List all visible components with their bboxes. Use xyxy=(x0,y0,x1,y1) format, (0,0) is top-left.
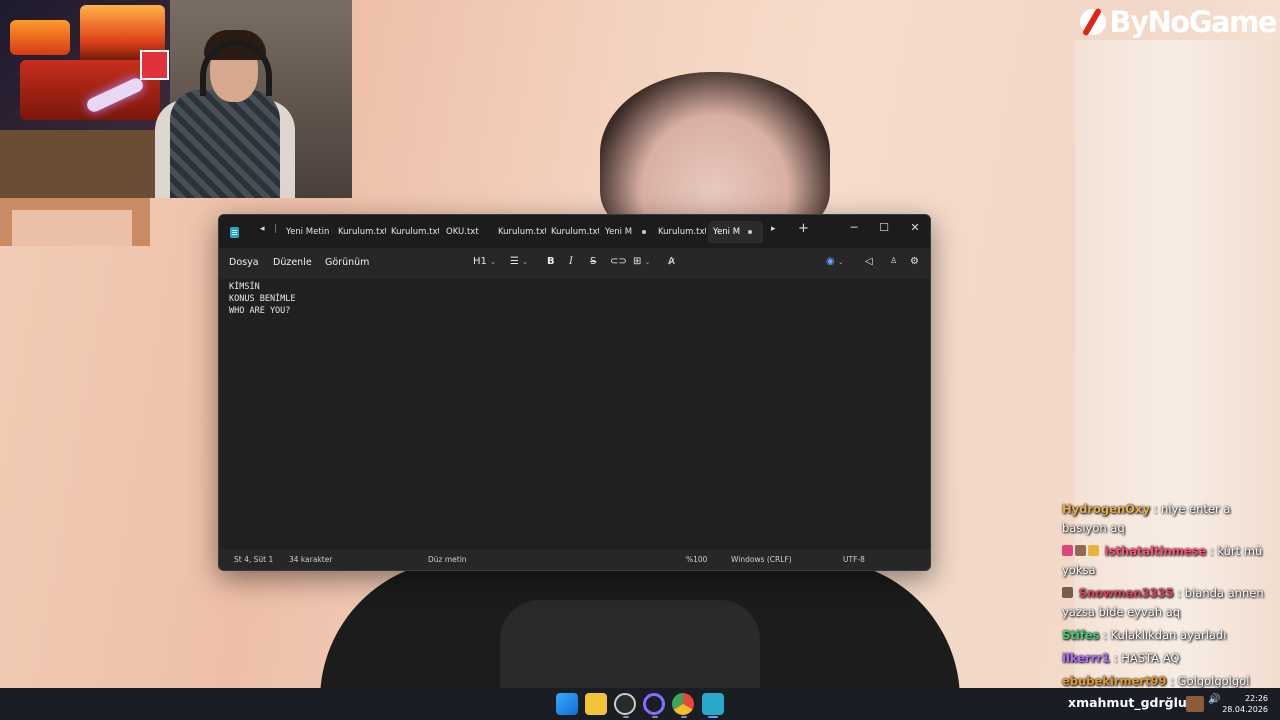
user-badge-icon xyxy=(1075,545,1086,556)
logo-text: ByNoGame xyxy=(1109,5,1278,39)
menu-file[interactable]: Dosya xyxy=(229,257,259,268)
clock-time: 22:26 xyxy=(1244,694,1268,703)
logo-icon xyxy=(1079,9,1106,35)
editor-line: KİMSİN xyxy=(229,282,260,292)
new-tab-icon[interactable]: + xyxy=(798,221,809,236)
line-ending[interactable]: Windows (CRLF) xyxy=(731,555,792,564)
stream-chat: HydrogenOxy : niye enter a basıyon aq is… xyxy=(1062,500,1278,695)
tab-item[interactable]: Kurulum.txt xyxy=(391,221,439,243)
chat-message: isthataltinmese : kürt mü yoksa xyxy=(1062,542,1278,580)
heading-dropdown[interactable]: H1 ⌄ xyxy=(473,256,496,267)
chat-username: isthataltinmese xyxy=(1104,544,1207,558)
chrome-icon[interactable] xyxy=(672,693,694,715)
tab-item[interactable]: Kurulum.txt xyxy=(338,221,386,243)
chat-text: : Golgolgolgol xyxy=(1170,674,1250,688)
tab-scroll-left-icon[interactable]: ◂ xyxy=(260,224,265,234)
status-bar: St 4, Süt 1 34 karakter Düz metin %100 W… xyxy=(219,549,930,570)
bynogame-logo: ByNoGame xyxy=(1079,4,1278,40)
taskbar: xmahmut_gdrğlux : 🔊 22:26 28.04.2026 xyxy=(0,688,1280,720)
speaker-icon[interactable]: 🔊 xyxy=(1208,694,1220,705)
tab-item-active[interactable]: Yeni M xyxy=(708,221,763,243)
editor-line: KONUS BENİMLE xyxy=(229,294,296,304)
chat-username: Snowman3335 xyxy=(1078,586,1174,600)
link-icon[interactable]: ⊂⊃ xyxy=(610,256,627,267)
webcam-overlay xyxy=(0,0,352,198)
tab-item[interactable]: Kurulum.txt xyxy=(551,221,599,243)
menu-bar: Dosya Düzenle Görünüm H1 ⌄ ☰ ⌄ B I S ⊂⊃ … xyxy=(219,248,930,279)
notepad-icon xyxy=(230,227,239,238)
obs-icon[interactable] xyxy=(614,693,636,715)
account-icon[interactable]: ♙ xyxy=(890,256,897,265)
chat-username: HydrogenOxy xyxy=(1062,502,1150,516)
title-bar[interactable]: ◂ | Yeni Metin B Kurulum.txt Kurulum.txt… xyxy=(219,215,930,248)
settings-gear-icon[interactable]: ⚙ xyxy=(910,256,919,267)
italic-button[interactable]: I xyxy=(569,256,573,267)
text-editor[interactable]: KİMSİN KONUS BENİMLE WHO ARE YOU? xyxy=(219,279,930,549)
text-format: Düz metin xyxy=(428,555,467,564)
chat-user-label: xmahmut_gdrğlux : xyxy=(1068,695,1205,710)
chat-message: Stifes : Kulaklıkdan ayarladı xyxy=(1062,626,1278,645)
bold-button[interactable]: B xyxy=(547,256,555,267)
user-avatar xyxy=(1186,696,1204,712)
subscriber-badge-icon xyxy=(1062,545,1073,556)
table-icon[interactable]: ⊞ ⌄ xyxy=(633,256,650,267)
chat-text: : HASTA AQ xyxy=(1113,651,1180,665)
chat-message: ilkerrr1 : HASTA AQ xyxy=(1062,649,1278,668)
list-icon[interactable]: ☰ ⌄ xyxy=(510,256,528,267)
menu-view[interactable]: Görünüm xyxy=(325,257,369,268)
notepad-window[interactable]: ◂ | Yeni Metin B Kurulum.txt Kurulum.txt… xyxy=(218,214,931,571)
editor-content[interactable]: KİMSİN KONUS BENİMLE WHO ARE YOU? xyxy=(229,281,296,317)
zoom-level[interactable]: %100 xyxy=(686,555,707,564)
chat-username: ilkerrr1 xyxy=(1062,651,1111,665)
minimize-icon[interactable]: ─ xyxy=(839,218,869,238)
menu-edit[interactable]: Düzenle xyxy=(273,257,312,268)
strikethrough-button[interactable]: S xyxy=(590,256,596,267)
character-count: 34 karakter xyxy=(289,555,333,564)
notepad-taskbar-icon[interactable] xyxy=(702,693,724,715)
windows-start-icon[interactable] xyxy=(556,693,578,715)
tab-scroll-right-icon[interactable]: ▸ xyxy=(771,224,776,234)
user-badge-icon xyxy=(1062,587,1073,598)
unsaved-dot-icon xyxy=(748,229,753,234)
streamer-shirt-highlight xyxy=(500,600,760,690)
vip-badge-icon xyxy=(1088,545,1099,556)
system-clock[interactable]: 22:26 28.04.2026 xyxy=(1222,693,1268,715)
tab-item[interactable]: OKU.txt xyxy=(446,221,494,243)
chat-message: HydrogenOxy : niye enter a basıyon aq xyxy=(1062,500,1278,538)
tab-item[interactable]: Yeni M xyxy=(605,221,649,243)
background-frame-inner xyxy=(12,210,132,246)
unsaved-dot-icon xyxy=(642,229,647,234)
clear-formatting-icon[interactable]: A̷ xyxy=(668,256,675,267)
chat-text: : Kulaklıkdan ayarladı xyxy=(1103,628,1227,642)
tab-item[interactable]: Kurulum.txt xyxy=(658,221,706,243)
file-explorer-icon[interactable] xyxy=(585,693,607,715)
chat-message: Snowman3335 : bianda annen yazsa bide ey… xyxy=(1062,584,1278,622)
editor-line: WHO ARE YOU? xyxy=(229,306,291,316)
tab-item[interactable]: Kurulum.txt xyxy=(498,221,546,243)
copilot-icon[interactable]: ◉ ⌄ xyxy=(826,256,844,267)
close-icon[interactable]: ✕ xyxy=(900,218,930,238)
tab-item[interactable]: Yeni Metin B xyxy=(286,221,333,243)
clock-date: 28.04.2026 xyxy=(1222,705,1268,714)
maximize-icon[interactable]: ☐ xyxy=(869,218,899,238)
chat-username: ebubekirmert99 xyxy=(1062,674,1167,688)
circle-app-icon[interactable] xyxy=(643,693,665,715)
encoding[interactable]: UTF-8 xyxy=(843,555,865,564)
cursor-position: St 4, Süt 1 xyxy=(234,555,274,564)
chat-username: Stifes xyxy=(1062,628,1100,642)
tab-fragment[interactable]: | xyxy=(274,224,277,234)
feedback-icon[interactable]: ◁ xyxy=(865,256,873,267)
webcam-person xyxy=(170,90,280,198)
